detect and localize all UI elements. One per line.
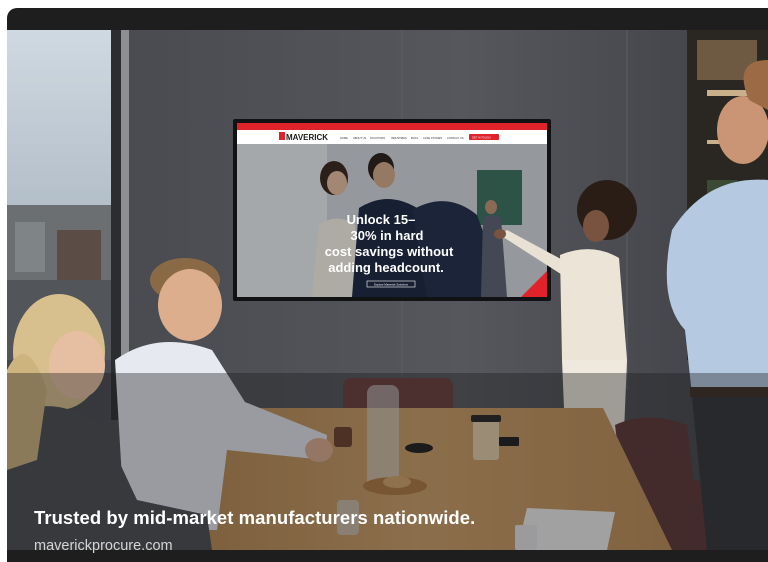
- tv-hero-line-1: Unlock 15–: [347, 212, 416, 227]
- tv-nav-cases: CASE STUDIES: [423, 136, 442, 140]
- card-caption: Trusted by mid-market manufacturers nati…: [34, 507, 476, 528]
- tv-hero-button: Explore Maverick Solutions: [374, 283, 408, 287]
- tv-nav-contact: CONTACT US: [447, 136, 464, 140]
- tv-hero-line-3: cost savings without: [325, 244, 454, 259]
- tv-nav-industries: INDUSTRIES: [391, 136, 407, 140]
- tv-nav-about: ABOUT US: [353, 136, 366, 140]
- tv-nav-solutions: SOLUTIONS: [370, 136, 385, 140]
- tv-nav-blog: BLOG: [411, 136, 418, 140]
- tv-hero-line-2: 30% in hard: [351, 228, 424, 243]
- tv-brand: MAVERICK: [286, 133, 328, 142]
- card-domain[interactable]: maverickprocure.com: [34, 538, 173, 554]
- tv-hero-line-4: adding headcount.: [328, 260, 444, 275]
- wall-tv: MAVERICK HOME ABOUT US SOLUTIONS INDUSTR…: [233, 119, 551, 301]
- image-card[interactable]: MAVERICK HOME ABOUT US SOLUTIONS INDUSTR…: [7, 8, 768, 562]
- tv-nav-cta: GET IN TOUCH: [472, 136, 491, 140]
- tv-nav-home: HOME: [340, 136, 348, 140]
